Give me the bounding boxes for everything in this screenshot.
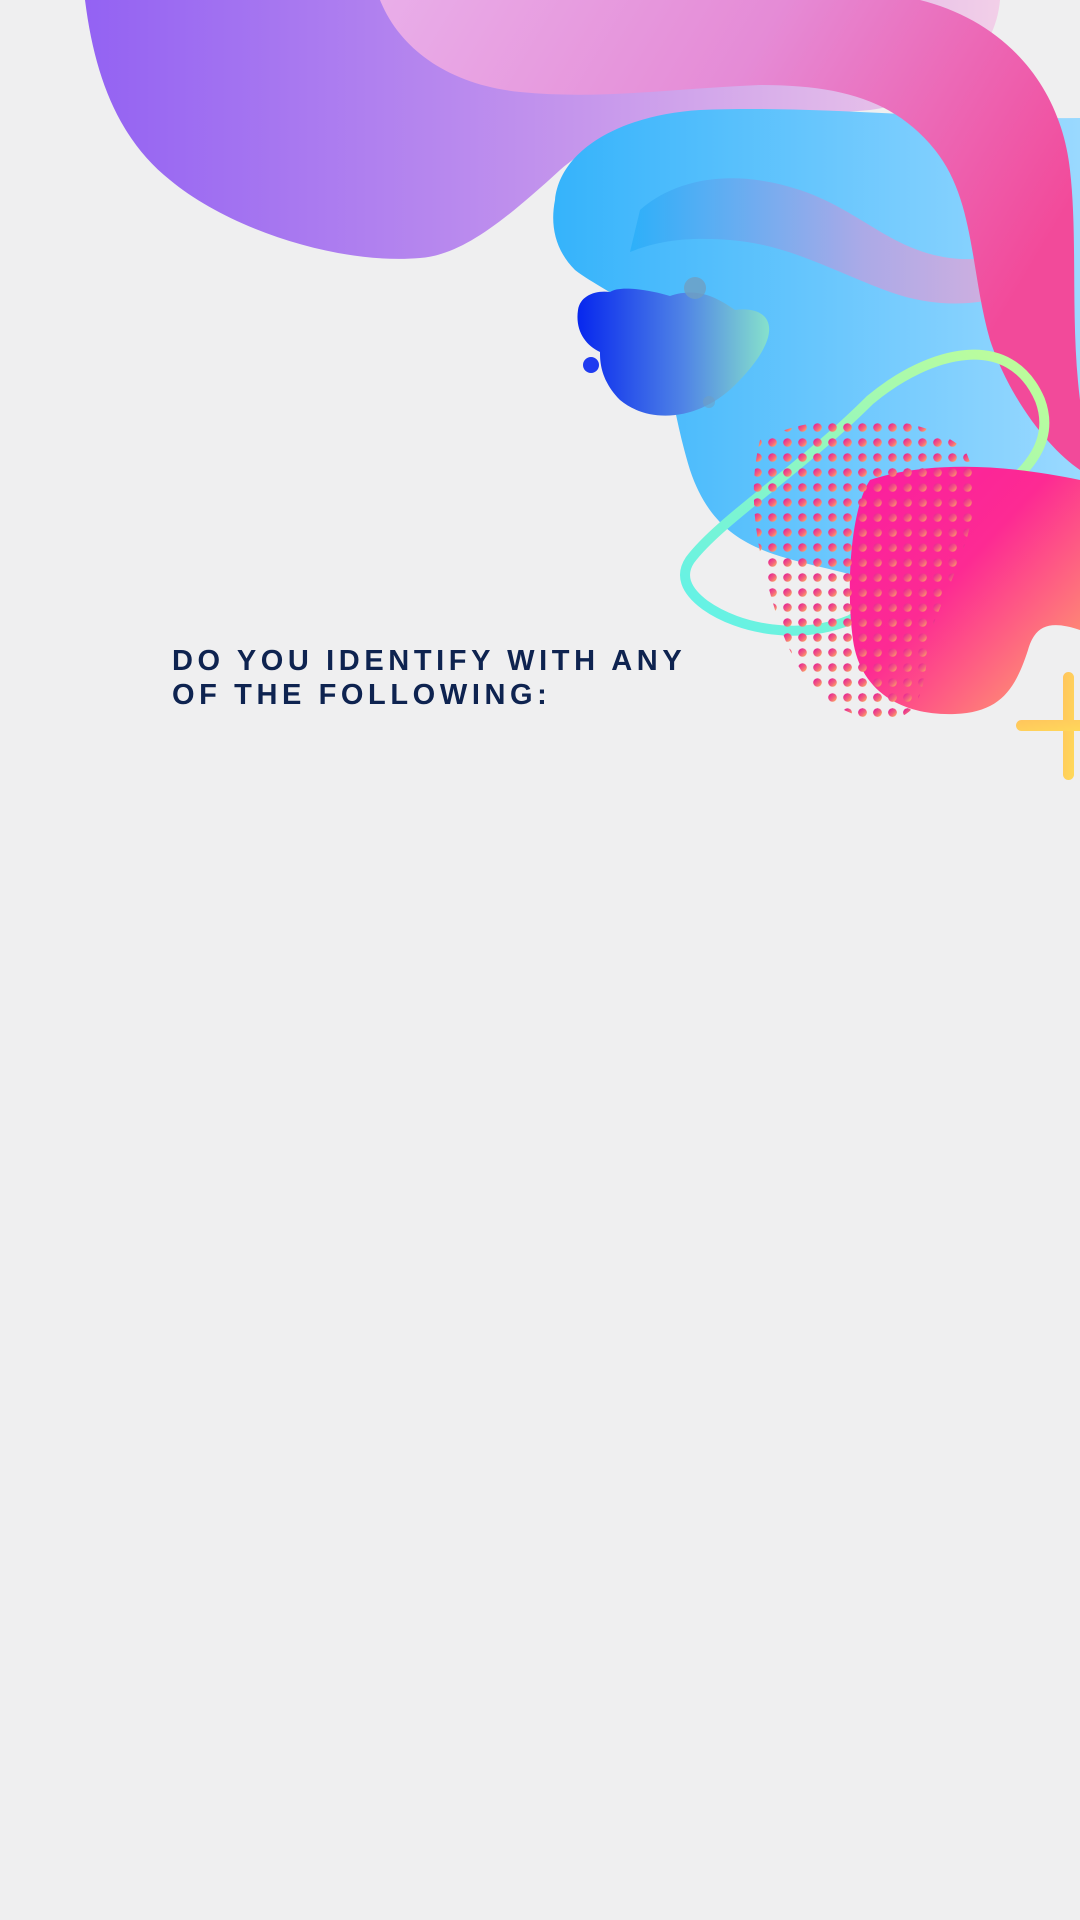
tiny-gray-dot [703,396,715,408]
yellow-plus-sign [1016,672,1080,780]
screen: DO YOU IDENTIFY WITH ANY OF THE FOLLOWIN… [0,0,1080,1920]
small-blue-dot [583,357,599,373]
small-gray-dot [684,277,706,299]
question-heading: DO YOU IDENTIFY WITH ANY OF THE FOLLOWIN… [172,645,686,711]
